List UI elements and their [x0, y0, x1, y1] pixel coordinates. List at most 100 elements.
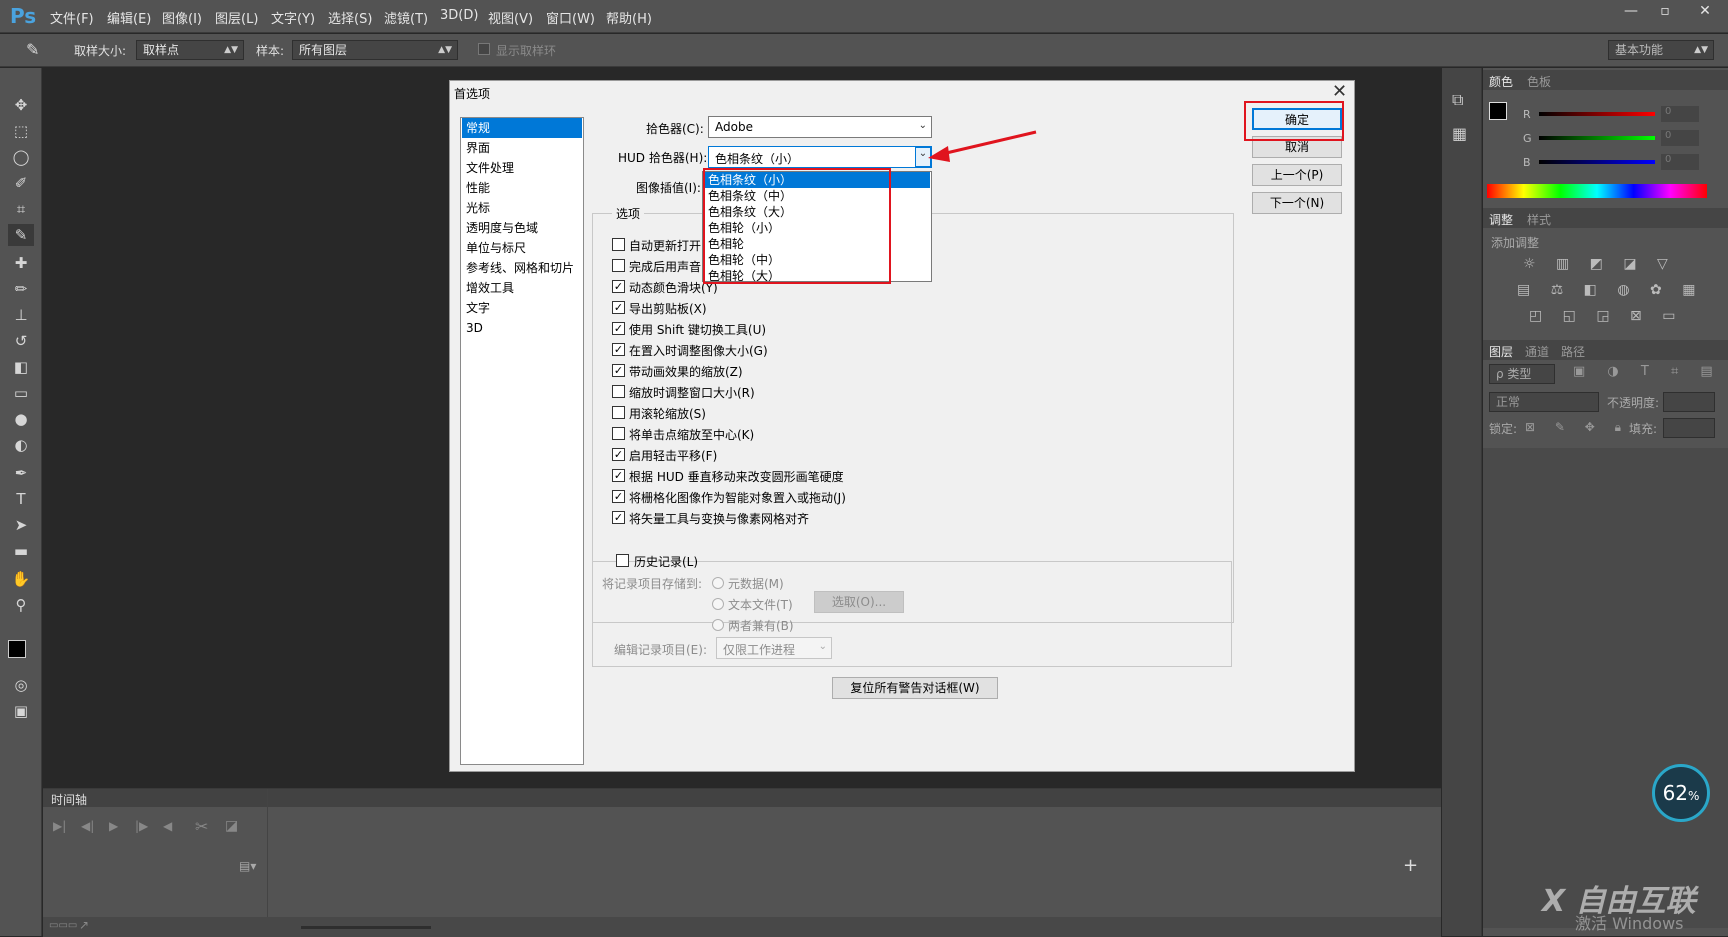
menu-filter[interactable]: 滤镜(T): [384, 8, 428, 27]
brush-tool-icon[interactable]: ✏: [8, 278, 34, 300]
move-tool-icon[interactable]: ✥: [8, 94, 34, 116]
category-performance[interactable]: 性能: [462, 178, 582, 198]
checkbox[interactable]: ✓: [612, 490, 625, 503]
checkbox[interactable]: [612, 259, 625, 272]
history-brush-icon[interactable]: ↺: [8, 330, 34, 352]
lock-icons[interactable]: ⊠ ✎ ✥ 🔒︎: [1525, 420, 1629, 435]
film-icon[interactable]: ▤▾: [239, 859, 256, 873]
category-units-rulers[interactable]: 单位与标尺: [462, 238, 582, 258]
adjustment-icons-row2[interactable]: ▤ ⚖ ◧ ◍ ✿ ▦: [1517, 282, 1703, 298]
menu-select[interactable]: 选择(S): [328, 8, 372, 27]
menu-view[interactable]: 视图(V): [488, 8, 533, 27]
add-track-icon[interactable]: +: [1403, 855, 1418, 876]
r-value[interactable]: 0: [1661, 106, 1699, 122]
tab-layers[interactable]: 图层: [1489, 343, 1513, 360]
convert-icon[interactable]: ↗: [79, 918, 89, 932]
radio-metadata[interactable]: [712, 577, 724, 589]
category-guides-grid[interactable]: 参考线、网格和切片: [462, 258, 582, 278]
transition-icon[interactable]: ◪: [225, 818, 238, 834]
quick-select-tool-icon[interactable]: ✐: [8, 172, 34, 194]
category-type[interactable]: 文字: [462, 298, 582, 318]
minimize-button[interactable]: —: [1616, 0, 1646, 22]
category-cursors[interactable]: 光标: [462, 198, 582, 218]
checkbox[interactable]: ✓: [612, 280, 625, 293]
tab-swatches[interactable]: 色板: [1527, 73, 1551, 90]
category-general[interactable]: 常规: [462, 118, 582, 138]
layer-filter-icons[interactable]: ▣ ◑ T ⌗ ▤: [1573, 364, 1722, 379]
play-icon[interactable]: ▶: [109, 819, 118, 833]
color-picker-select[interactable]: Adobe ⌄: [708, 116, 932, 138]
scissors-icon[interactable]: ✂: [195, 817, 208, 836]
menu-help[interactable]: 帮助(H): [606, 8, 652, 27]
tab-styles[interactable]: 样式: [1527, 211, 1551, 228]
properties-panel-icon[interactable]: ▦: [1452, 124, 1467, 143]
checkbox[interactable]: ✓: [612, 301, 625, 314]
layer-kind-filter[interactable]: ρ 类型: [1489, 364, 1555, 384]
menu-window[interactable]: 窗口(W): [546, 8, 595, 27]
menu-edit[interactable]: 编辑(E): [107, 8, 151, 27]
tab-adjustments[interactable]: 调整: [1489, 211, 1513, 228]
checkbox[interactable]: [616, 554, 629, 567]
r-slider[interactable]: [1539, 112, 1655, 116]
radio-both[interactable]: [712, 619, 724, 631]
tab-color[interactable]: 颜色: [1489, 73, 1513, 90]
marquee-tool-icon[interactable]: ⬚: [8, 120, 34, 142]
eraser-tool-icon[interactable]: ◧: [8, 356, 34, 378]
choose-button[interactable]: 选取(O)...: [814, 591, 904, 613]
opacity-input[interactable]: [1663, 392, 1715, 412]
fill-input[interactable]: [1663, 418, 1715, 438]
workspace-select[interactable]: 基本功能 ▲▼: [1608, 40, 1714, 60]
category-3d[interactable]: 3D: [462, 318, 582, 338]
category-file-handling[interactable]: 文件处理: [462, 158, 582, 178]
menu-image[interactable]: 图像(I): [162, 8, 202, 27]
tab-channels[interactable]: 通道: [1525, 343, 1549, 360]
category-transparency[interactable]: 透明度与色域: [462, 218, 582, 238]
close-icon[interactable]: ✕: [1332, 81, 1347, 102]
blend-mode-select[interactable]: 正常: [1489, 392, 1599, 412]
zoom-tool-icon[interactable]: ⚲: [8, 594, 34, 616]
show-ring-checkbox[interactable]: [478, 43, 490, 55]
type-tool-icon[interactable]: T: [8, 488, 34, 510]
checkbox[interactable]: [612, 385, 625, 398]
path-select-icon[interactable]: ➤: [8, 514, 34, 536]
audio-icon[interactable]: ◀: [163, 819, 172, 833]
edit-log-select[interactable]: 仅限工作进程 ⌄: [716, 637, 832, 659]
checkbox[interactable]: ✓: [612, 448, 625, 461]
checkbox[interactable]: ✓: [612, 511, 625, 524]
history-panel-icon[interactable]: ⧉: [1452, 90, 1463, 110]
crop-tool-icon[interactable]: ⌗: [8, 198, 34, 220]
screen-mode-icon[interactable]: ▣: [8, 700, 34, 722]
adjustment-icons-row1[interactable]: ☼ ▥ ◩ ◪ ▽: [1523, 256, 1676, 272]
menu-type[interactable]: 文字(Y): [271, 8, 315, 27]
tab-paths[interactable]: 路径: [1561, 343, 1585, 360]
maximize-button[interactable]: ▫: [1650, 0, 1680, 22]
radio-textfile[interactable]: [712, 598, 724, 610]
next-frame-icon[interactable]: |▶: [135, 819, 148, 833]
stamp-tool-icon[interactable]: ⊥: [8, 304, 34, 326]
checkbox[interactable]: ✓: [612, 322, 625, 335]
sample-size-select[interactable]: 取样点 ▲▼: [136, 40, 244, 60]
adjustment-icons-row3[interactable]: ◰ ◱ ◲ ⊠ ▭: [1529, 308, 1683, 324]
checkbox[interactable]: ✓: [612, 364, 625, 377]
menu-3d[interactable]: 3D(D): [440, 8, 478, 23]
frame-mode-icon[interactable]: ▭▭▭: [49, 920, 77, 931]
checkbox[interactable]: [612, 406, 625, 419]
blur-tool-icon[interactable]: ●: [8, 408, 34, 430]
menu-file[interactable]: 文件(F): [50, 8, 94, 27]
g-slider[interactable]: [1539, 136, 1655, 140]
eyedropper-tool-icon[interactable]: ✎: [8, 224, 34, 246]
sample-select[interactable]: 所有图层 ▲▼: [292, 40, 458, 60]
category-plugins[interactable]: 增效工具: [462, 278, 582, 298]
g-value[interactable]: 0: [1661, 130, 1699, 146]
healing-brush-icon[interactable]: ✚: [8, 252, 34, 274]
close-app-button[interactable]: ✕: [1690, 0, 1720, 22]
menu-layer[interactable]: 图层(L): [215, 8, 258, 27]
checkbox[interactable]: [612, 427, 625, 440]
hud-picker-select[interactable]: 色相条纹（小） ⌄: [708, 146, 932, 168]
color-spectrum[interactable]: [1487, 184, 1707, 198]
category-interface[interactable]: 界面: [462, 138, 582, 158]
pen-tool-icon[interactable]: ✒: [8, 462, 34, 484]
dodge-tool-icon[interactable]: ◐: [8, 434, 34, 456]
checkbox[interactable]: [612, 238, 625, 251]
foreground-color-swatch[interactable]: [8, 640, 26, 658]
